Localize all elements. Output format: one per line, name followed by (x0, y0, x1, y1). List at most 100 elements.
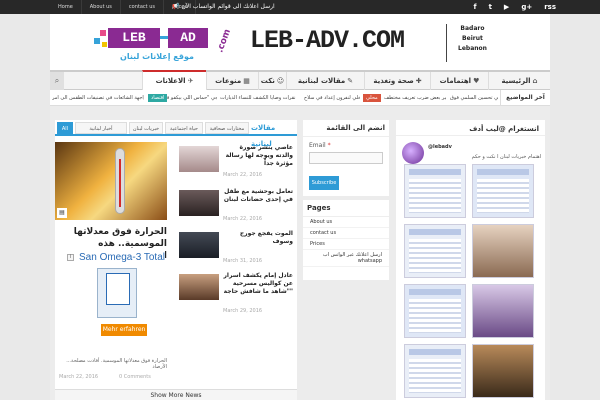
nav-home[interactable]: الرئيسية ⌂ (488, 72, 550, 90)
instagram-grid (404, 164, 536, 400)
rss-icon[interactable]: rss (544, 0, 556, 14)
tab-stories[interactable]: خبريات لبنان (129, 122, 163, 134)
instagram-description: اهتمام خبريات لبنان ا نكت و حكم (471, 154, 541, 160)
show-more-button[interactable]: Show More News (55, 389, 297, 400)
top-ticker[interactable]: 📢 ارسل اعلانك الى قوائم الواتساب الآن (172, 0, 275, 14)
featured-comments[interactable]: 0 Comments (119, 374, 151, 380)
page-link-contact[interactable]: contact us (303, 228, 389, 239)
article-thumbnail (179, 190, 219, 216)
logo-dash (160, 36, 168, 39)
article-date: March 22, 2016 (223, 216, 263, 222)
article-icon: ▤ (57, 208, 67, 218)
tab-all[interactable]: All (57, 122, 73, 134)
instagram-post[interactable] (404, 344, 466, 398)
article-thumbnail (179, 232, 219, 258)
google-plus-icon[interactable]: g+ (521, 0, 532, 14)
instagram-widget: انستغرام @ليب أدف @lebadv اهتمام خبريات … (396, 120, 545, 400)
featured-date: March 22, 2016 (59, 374, 99, 380)
article-title[interactable]: عاصي ينشر صورة والدته ويوجه لها رسالة مؤ… (223, 144, 293, 168)
logo-square (102, 42, 107, 47)
instagram-title: انستغرام @ليب أدف (396, 120, 545, 136)
nav-health[interactable]: صحة وتغذية ✚ (364, 72, 430, 90)
tab-social[interactable]: حياة اجتماعية (165, 122, 203, 134)
list-item[interactable]: تعامل بوحشية مع طفل في إحدى حضانات لبنان… (179, 186, 295, 226)
site-logo[interactable]: LEB AD .com موقع إعلانات لبنان (94, 22, 233, 66)
ticker-item[interactable]: بحثي في تحسين السلمي فوق (450, 90, 498, 106)
article-thumbnail (179, 274, 219, 300)
search-icon[interactable]: ⌕ (50, 72, 64, 90)
ad-info-icon[interactable]: i (67, 254, 74, 261)
article-thumbnail (179, 146, 219, 172)
location: Badaro Beirut Lebanon (458, 24, 487, 54)
nav-jokes[interactable]: نكت ☺ (258, 72, 286, 90)
section-tabs: مختارات صحافية حياة اجتماعية خبريات لبنا… (55, 120, 297, 148)
article-date: March 22, 2016 (223, 172, 263, 178)
nav-interests[interactable]: اهتمامات ♥ (430, 72, 488, 90)
instagram-post[interactable] (404, 164, 466, 218)
tab-news[interactable]: أخبار لبنانية (75, 122, 127, 134)
avatar[interactable] (402, 142, 424, 164)
ticker-item[interactable]: بحثي في مواجهة الشائعات في تصنيفات الطقس… (52, 90, 144, 106)
nav-articles[interactable]: مقالات لبنانية ✎ (286, 72, 364, 90)
facebook-icon[interactable]: f (474, 0, 477, 14)
instagram-post[interactable] (472, 344, 534, 398)
article-title[interactable]: عادل إمام يكشف اسرار عن كواليس مسرحية "ش… (223, 272, 293, 296)
ad-button[interactable]: Mehr erfahren (101, 324, 147, 336)
subscribe-button[interactable]: Subscribe (309, 176, 339, 190)
featured-image[interactable]: ▤ (55, 142, 167, 220)
ticker-tag: اقتصاد (148, 94, 168, 102)
location-line: Badaro (460, 25, 485, 32)
article-title[interactable]: تعامل بوحشية مع طفل في إحدى حضانات لبنان (223, 188, 293, 204)
page-link-whatsapp[interactable]: ارسل اعلانك عبر الواتس اب whatsapp (303, 250, 389, 267)
instagram-post[interactable] (404, 284, 466, 338)
instagram-post[interactable] (472, 164, 534, 218)
logo-ad: AD (168, 28, 208, 48)
product-image (97, 268, 137, 318)
ticker-text: ارسل اعلانك الى قوائم الواتساب الآن (181, 3, 275, 10)
top-nav-contact[interactable]: contact us (121, 0, 164, 14)
logo-arabic: موقع إعلانات لبنان (120, 52, 194, 61)
plane-icon: ✈ (187, 77, 194, 85)
advertisement[interactable]: i San Omega-3 Total Mehr erfahren (67, 248, 165, 340)
instagram-post[interactable] (404, 224, 466, 278)
articles-section: مختارات صحافية حياة اجتماعية خبريات لبنا… (55, 120, 297, 400)
top-nav-home[interactable]: Home (50, 0, 82, 14)
ticker-item[interactable]: نقرات وصايا الكشف للنساء الديارات (220, 90, 300, 106)
home-icon: ⌂ (532, 77, 538, 85)
page-link-prices[interactable]: Prices (303, 239, 389, 250)
nav-ads[interactable]: الاعلانات ✈ (142, 70, 206, 90)
list-item[interactable]: عادل إمام يكشف اسرار عن كواليس مسرحية "ش… (179, 270, 295, 316)
featured-excerpt: ...الحرارة فوق معدلاتها الموسمية. أفادت … (66, 358, 167, 370)
youtube-icon[interactable]: ▶ (504, 0, 509, 14)
pen-icon: ✎ (347, 77, 354, 85)
site-name[interactable]: LEB-ADV.COM (250, 26, 405, 55)
latest-label: آخر المواضيع (500, 90, 550, 106)
ticker-tag: محلي (363, 94, 381, 102)
section-title: مقالات لبنانية (251, 124, 276, 148)
article-date: March 29, 2016 (223, 308, 263, 314)
nav-misc[interactable]: منوعات ▦ (206, 72, 258, 90)
top-nav-about[interactable]: About us (82, 0, 121, 14)
ticker-item[interactable]: لبنان الداخلي لنفرون إعداد في سلاح (304, 90, 360, 106)
site-header: LEB AD .com موقع إعلانات لبنان LEB-ADV.C… (50, 14, 550, 70)
header-divider (446, 24, 447, 62)
list-item[interactable]: عاصي ينشر صورة والدته ويوجه لها رسالة مؤ… (179, 142, 295, 182)
logo-square (100, 30, 106, 36)
ticker-item[interactable]: تلبس في تصغير بعض ضرب تعريف مختطف (384, 90, 446, 106)
instagram-handle[interactable]: @lebadv (428, 144, 452, 150)
list-item[interactable]: الموت يفجع جورج وسوف March 31, 2016 (179, 228, 295, 268)
email-label: Email * (309, 142, 331, 149)
logo-square (94, 38, 100, 44)
logo-com: .com (215, 27, 234, 55)
tab-press[interactable]: مختارات صحافية (205, 122, 249, 134)
logo-leb: LEB (108, 28, 160, 48)
article-title[interactable]: الموت يفجع جورج وسوف (223, 230, 293, 246)
thermometer-image (115, 148, 125, 214)
instagram-post[interactable] (472, 284, 534, 338)
page-link-about[interactable]: About us (303, 217, 389, 228)
instagram-post[interactable] (472, 224, 534, 278)
twitter-icon[interactable]: t (489, 0, 492, 14)
pages-title: Pages (303, 200, 389, 217)
main-nav: ⌕ الرئيسية ⌂ اهتمامات ♥ صحة وتغذية ✚ مقالات… (50, 70, 550, 90)
email-field[interactable] (309, 152, 383, 164)
